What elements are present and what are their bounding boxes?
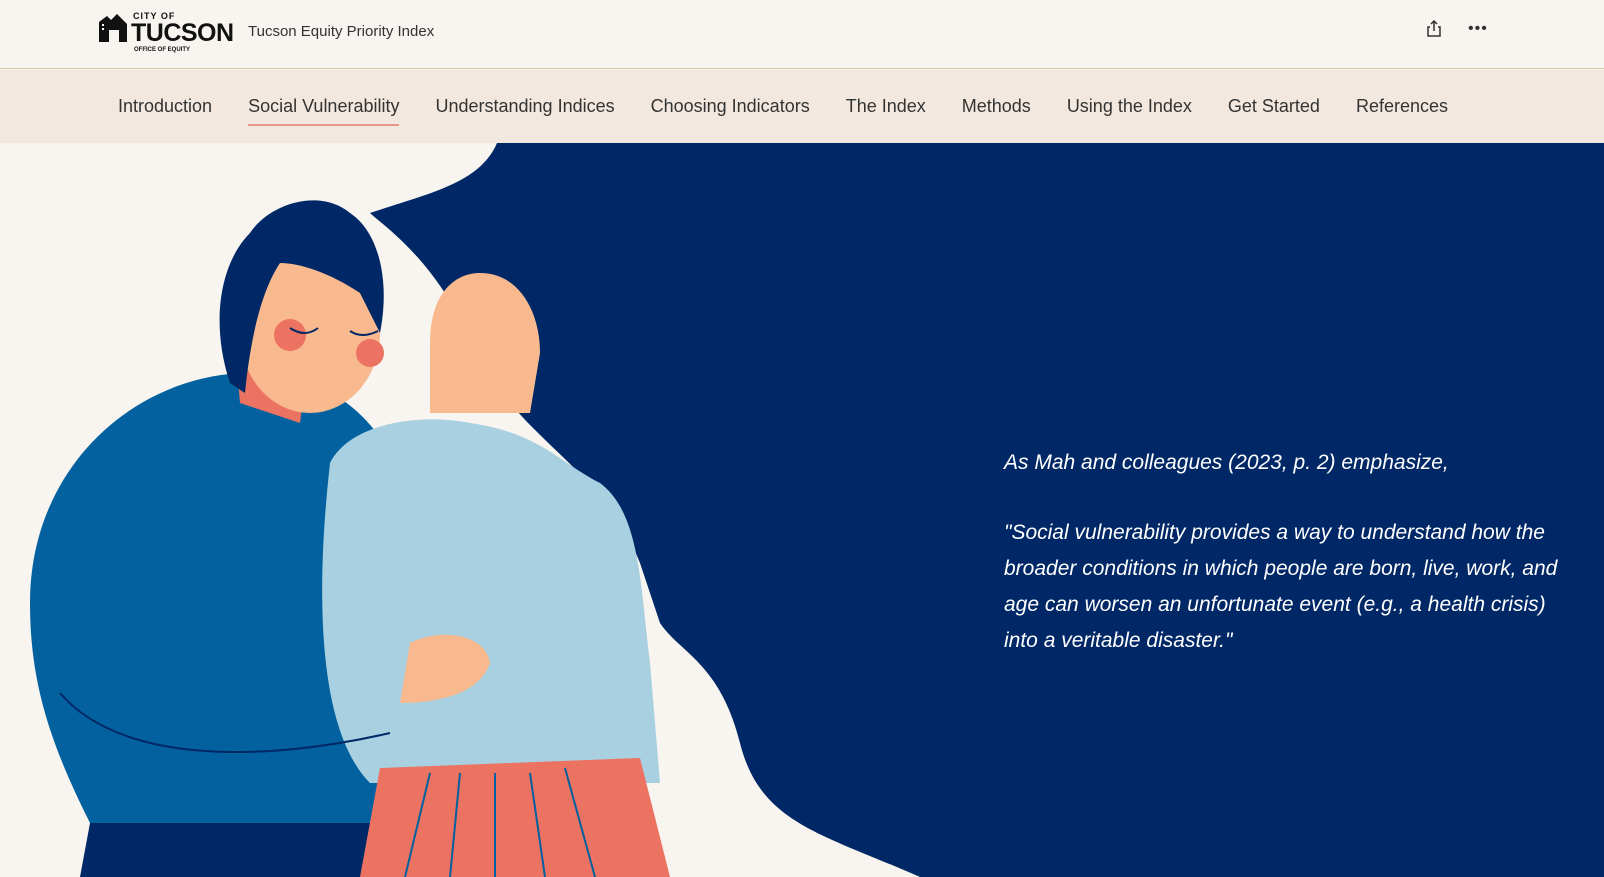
city-of-tucson-logo[interactable]: CITY OF TUCSON OFFICE OF EQUITY <box>97 10 234 58</box>
nav-the-index[interactable]: The Index <box>846 96 926 117</box>
nav-social-vulnerability[interactable]: Social Vulnerability <box>248 96 400 126</box>
share-icon[interactable] <box>1426 19 1442 43</box>
hero-section: As Mah and colleagues (2023, p. 2) empha… <box>0 143 1604 877</box>
nav-choosing-indicators[interactable]: Choosing Indicators <box>651 96 810 117</box>
quote-intro: As Mah and colleagues (2023, p. 2) empha… <box>1004 451 1449 474</box>
main-nav: Introduction Social Vulnerability Unders… <box>0 70 1604 143</box>
nav-references[interactable]: References <box>1356 96 1448 117</box>
more-icon[interactable]: ••• <box>1468 20 1488 38</box>
nav-using-the-index[interactable]: Using the Index <box>1067 96 1192 117</box>
site-title: Tucson Equity Priority Index <box>248 23 435 40</box>
nav-introduction[interactable]: Introduction <box>118 96 212 117</box>
quote-block: As Mah and colleagues (2023, p. 2) empha… <box>1004 445 1564 693</box>
site-header: CITY OF TUCSON OFFICE OF EQUITY Tucson E… <box>0 0 1604 69</box>
building-icon <box>99 14 127 42</box>
nav-get-started[interactable]: Get Started <box>1228 96 1320 117</box>
quote-text: "Social vulnerability provides a way to … <box>1004 521 1558 652</box>
nav-understanding-indices[interactable]: Understanding Indices <box>435 96 614 117</box>
nav-methods[interactable]: Methods <box>962 96 1031 117</box>
